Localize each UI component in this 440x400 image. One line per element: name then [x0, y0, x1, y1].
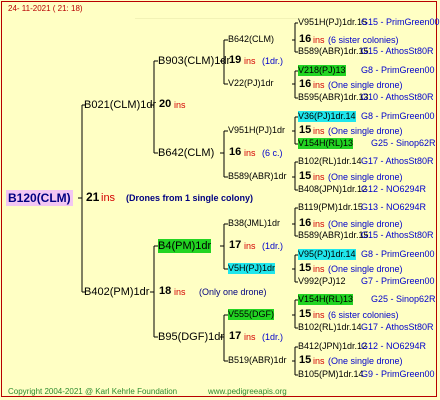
- gen3-year: 15: [299, 354, 312, 366]
- B4-year: 17: [229, 239, 242, 251]
- gen4-queen: B412(JPN)1dr.12: [298, 341, 368, 351]
- gen3-note: (One single drone): [328, 172, 403, 182]
- B402-ins: ins: [174, 287, 186, 297]
- gen3-year: 16: [299, 217, 312, 229]
- gen4-queen: B589(ABR)1dr.15: [298, 230, 369, 240]
- gen4-queen: V951H(PJ)1dr.15: [298, 17, 368, 27]
- B903-ins: ins: [244, 56, 256, 66]
- root-ins: ins: [101, 192, 116, 204]
- gen4-line: G15 - PrimGreen00: [361, 17, 440, 27]
- gen4-queen: V154H(RL)13: [298, 294, 354, 305]
- gen4-queen: B105(PM)1dr.14: [298, 369, 364, 379]
- gen3-year: 15: [299, 170, 312, 182]
- queen-B38: B38(JML)1dr: [228, 218, 281, 228]
- B95-note: (1dr.): [262, 332, 284, 342]
- B021-ins: ins: [174, 100, 186, 110]
- gen4-line: G15 - AthosSt80R: [361, 46, 434, 56]
- gen4-line: G7 - PrimGreen00: [361, 276, 435, 286]
- gen3-note: (One single drone): [328, 264, 403, 274]
- gen4-queen: B408(JPN)1dr.12: [298, 184, 368, 194]
- queen-B642: B642(CLM): [228, 34, 275, 44]
- gen3-ins: ins: [313, 310, 325, 320]
- gen4-queen: B119(PM)1dr.15: [298, 202, 363, 212]
- B903-note: (1dr.): [262, 56, 284, 66]
- website-link[interactable]: www.pedigreeapis.org: [208, 386, 287, 397]
- gen4-queen: B595(ABR)1dr.13: [298, 92, 369, 102]
- gen4-line: G15 - AthosSt80R: [361, 230, 434, 240]
- gen3-year: 16: [299, 78, 312, 90]
- gen3-year: 16: [299, 33, 312, 45]
- gen4-line: G8 - PrimGreen00: [361, 65, 435, 75]
- queen-V555: V555(DGF): [228, 309, 275, 320]
- gen4-line: G12 - NO6294R: [361, 184, 427, 194]
- root-year: 21: [86, 190, 100, 204]
- gen4-queen: B589(ABR)1dr.15: [298, 46, 369, 56]
- queen-B519: B519(ABR)1dr: [228, 355, 287, 365]
- B4-ins: ins: [244, 241, 256, 251]
- B95-ins: ins: [244, 332, 256, 342]
- queen-B642-CLM: B642(CLM): [158, 147, 215, 159]
- gen4-line: G8 - PrimGreen00: [361, 111, 435, 121]
- B402-year: 18: [159, 285, 172, 297]
- B642-note: (6 c.): [262, 148, 283, 158]
- gen4-queen: V218(PJ)13: [298, 65, 346, 76]
- root-note: (Drones from 1 single colony): [126, 193, 254, 203]
- gen3-ins: ins: [313, 264, 325, 274]
- gen3-ins: ins: [313, 172, 325, 182]
- gen3-ins: ins: [313, 35, 325, 45]
- gen3-note: (One single drone): [328, 356, 403, 366]
- gen3-ins: ins: [313, 80, 325, 90]
- B95-year: 17: [229, 330, 242, 342]
- gen3-year: 15: [299, 124, 312, 136]
- queen-V5H: V5H(PJ)1dr: [228, 263, 276, 274]
- B402-note: (Only one drone): [199, 287, 267, 297]
- B642-ins: ins: [244, 148, 256, 158]
- gen4-line: G10 - AthosSt80R: [361, 92, 434, 102]
- gen4-line: G25 - Sinop62R: [371, 138, 436, 148]
- queen-V951H: V951H(PJ)1dr: [228, 125, 286, 135]
- queen-B589: B589(ABR)1dr: [228, 171, 287, 181]
- gen3-note: (One single drone): [328, 126, 403, 136]
- gen3-ins: ins: [313, 356, 325, 366]
- queen-B021: B021(CLM)1dr: [84, 99, 157, 111]
- pedigree-diagram: 24- 11-2021 ( 21: 18) B120(CLM) 21 ins (…: [0, 0, 440, 400]
- copyright-footer: Copyright 2004-2021 @ Karl Kehrle Founda…: [8, 387, 178, 396]
- gen4-line: G13 - NO6294R: [361, 202, 427, 212]
- gen4-line: G17 - AthosSt80R: [361, 156, 434, 166]
- queen-B903: B903(CLM)1dr: [158, 55, 231, 67]
- B4-note: (1dr.): [262, 241, 284, 251]
- queen-B120: B120(CLM): [6, 190, 73, 206]
- B642-year: 16: [229, 146, 242, 158]
- queen-B95: B95(DGF)1dr: [158, 331, 225, 343]
- gen4-line: G8 - PrimGreen00: [361, 249, 435, 259]
- print-date: 24- 11-2021 ( 21: 18): [8, 4, 83, 13]
- gen3-note: (6 sister colonies): [328, 35, 399, 45]
- gen4-queen: B102(RL)1dr.14: [298, 322, 362, 332]
- gen3-ins: ins: [313, 126, 325, 136]
- gen4-queen: V95(PJ)1dr.14: [298, 249, 356, 260]
- gen3-note: (One single drone): [328, 80, 403, 90]
- gen4-line: G12 - NO6294R: [361, 341, 427, 351]
- gen4-line: G25 - Sinop62R: [371, 294, 436, 304]
- gen3-note: (One single drone): [328, 219, 403, 229]
- gen4-line: G17 - AthosSt80R: [361, 322, 434, 332]
- gen4-queen: V36(PJ)1dr.14: [298, 111, 356, 122]
- gen4-queen: V154H(RL)13: [298, 138, 354, 149]
- queen-B402: B402(PM)1dr: [84, 286, 150, 298]
- B021-year: 20: [159, 98, 172, 110]
- gen3-year: 15: [299, 308, 312, 320]
- gen3-note: (6 sister colonies): [328, 310, 399, 320]
- queen-V22: V22(PJ)1dr: [228, 78, 274, 88]
- gen3-year: 15: [299, 262, 312, 274]
- queen-B4-PM: B4(PM)1dr: [158, 239, 212, 253]
- gen3-ins: ins: [313, 219, 325, 229]
- gen4-queen: V992(PJ)12: [298, 276, 346, 286]
- gen4-queen: B102(RL)1dr.14: [298, 156, 362, 166]
- B903-year: 19: [229, 54, 242, 66]
- gen4-line: G9 - PrimGreen00: [361, 369, 435, 379]
